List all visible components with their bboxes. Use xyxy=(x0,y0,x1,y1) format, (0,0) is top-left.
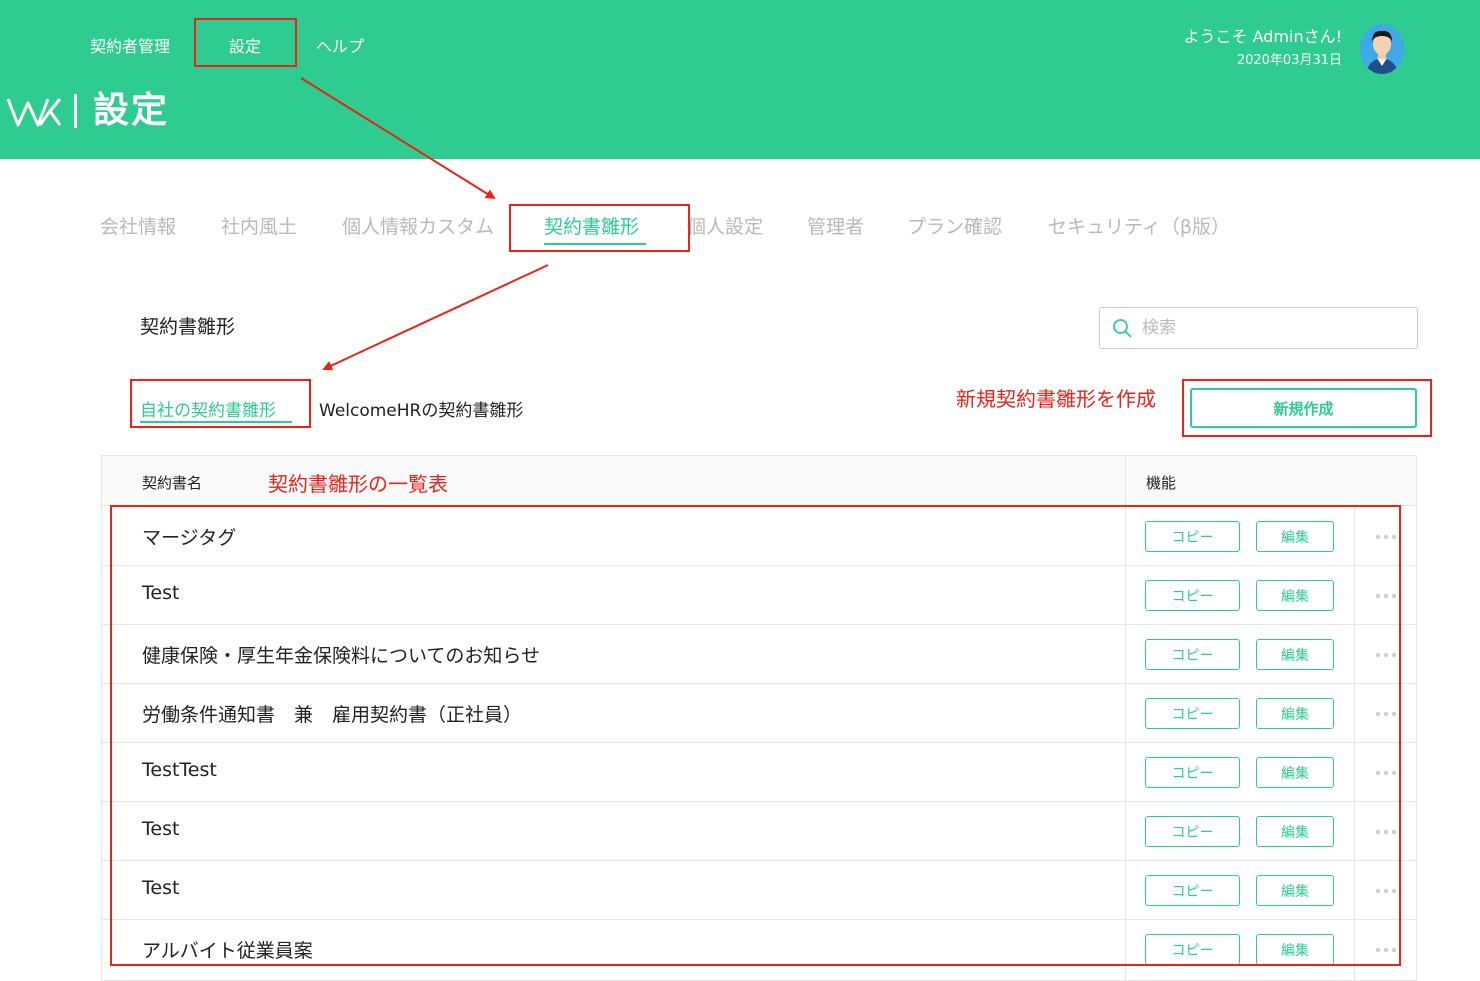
edit-button[interactable]: 編集 xyxy=(1256,521,1334,552)
tab-security-beta[interactable]: セキュリティ（β版） xyxy=(1048,212,1230,239)
section-title: 契約書雛形 xyxy=(140,316,236,338)
current-date: 2020年03月31日 xyxy=(1236,53,1342,68)
edit-button[interactable]: 編集 xyxy=(1256,816,1334,847)
tab-plan[interactable]: プラン確認 xyxy=(907,212,1002,239)
more-options-icon[interactable] xyxy=(1374,887,1398,895)
brand: 設定 xyxy=(6,90,169,132)
more-options-icon[interactable] xyxy=(1374,946,1398,954)
more-options-icon[interactable] xyxy=(1374,651,1398,659)
edit-button[interactable]: 編集 xyxy=(1256,580,1334,611)
copy-button[interactable]: コピー xyxy=(1145,934,1240,965)
table-row: TestTest コピー 編集 xyxy=(102,743,1416,802)
copy-button[interactable]: コピー xyxy=(1145,757,1240,788)
column-divider xyxy=(1125,456,1126,981)
template-name[interactable]: Test xyxy=(142,877,179,899)
nav-contractor-management[interactable]: 契約者管理 xyxy=(90,33,190,57)
subtab-own-underline xyxy=(140,421,292,423)
more-options-icon[interactable] xyxy=(1374,828,1398,836)
edit-button[interactable]: 編集 xyxy=(1256,698,1334,729)
template-name[interactable]: 健康保険・厚生年金保険料についてのお知らせ xyxy=(142,641,540,668)
column-header-function: 機能 xyxy=(1146,474,1177,492)
subtab-welcomehr-templates[interactable]: WelcomeHRの契約書雛形 xyxy=(319,396,523,421)
copy-button[interactable]: コピー xyxy=(1145,816,1240,847)
brand-separator xyxy=(74,94,77,128)
table-row: マージタグ コピー 編集 xyxy=(102,507,1416,566)
edit-button[interactable]: 編集 xyxy=(1256,934,1334,965)
settings-tabs: 会社情報 社内風土 個人情報カスタム 契約書雛形 個人設定 管理者 プラン確認 … xyxy=(100,212,1400,252)
welcomehr-logo-icon[interactable] xyxy=(6,93,62,129)
avatar-person-icon xyxy=(1360,24,1404,74)
create-new-button[interactable]: 新規作成 xyxy=(1190,388,1417,428)
template-name[interactable]: マージタグ xyxy=(142,523,236,550)
search-input[interactable] xyxy=(1142,318,1402,338)
more-options-icon[interactable] xyxy=(1374,710,1398,718)
edit-button[interactable]: 編集 xyxy=(1256,757,1334,788)
search-icon xyxy=(1113,319,1132,338)
copy-button[interactable]: コピー xyxy=(1145,580,1240,611)
template-name[interactable]: アルバイト従業員案 xyxy=(142,936,313,963)
tab-administrators[interactable]: 管理者 xyxy=(807,212,864,239)
template-name[interactable]: TestTest xyxy=(142,759,217,781)
more-options-icon[interactable] xyxy=(1374,769,1398,777)
welcome-text: ようこそ Adminさん! xyxy=(1183,27,1343,46)
template-name[interactable]: Test xyxy=(142,582,179,604)
template-name[interactable]: Test xyxy=(142,818,179,840)
copy-button[interactable]: コピー xyxy=(1145,639,1240,670)
search-box[interactable] xyxy=(1099,307,1418,349)
more-options-icon[interactable] xyxy=(1374,533,1398,541)
templates-table: 契約書名 機能 マージタグ コピー 編集 Test コピー 編集 健康保険・厚生… xyxy=(101,455,1417,981)
table-row: Test コピー 編集 xyxy=(102,861,1416,920)
edit-button[interactable]: 編集 xyxy=(1256,639,1334,670)
table-row: Test コピー 編集 xyxy=(102,566,1416,625)
more-options-icon[interactable] xyxy=(1374,592,1398,600)
nav-help[interactable]: ヘルプ xyxy=(316,33,396,57)
table-row: 労働条件通知書 兼 雇用契約書（正社員） コピー 編集 xyxy=(102,684,1416,743)
tab-personal-settings[interactable]: 個人設定 xyxy=(687,212,763,239)
table-row: アルバイト従業員案 コピー 編集 xyxy=(102,920,1416,979)
template-name[interactable]: 労働条件通知書 兼 雇用契約書（正社員） xyxy=(142,700,522,727)
tab-company-culture[interactable]: 社内風土 xyxy=(221,212,297,239)
column-header-name: 契約書名 xyxy=(142,474,203,492)
user-avatar[interactable] xyxy=(1360,24,1404,74)
tab-contract-templates[interactable]: 契約書雛形 xyxy=(544,212,639,239)
table-row: Test コピー 編集 xyxy=(102,802,1416,861)
edit-button[interactable]: 編集 xyxy=(1256,875,1334,906)
annotation-table-note: 契約書雛形の一覧表 xyxy=(268,472,448,496)
app-header: 契約者管理 設定 ヘルプ 設定 ようこそ Adminさん! 2020年03月31… xyxy=(0,0,1480,159)
column-divider-actions xyxy=(1354,506,1355,981)
annotation-create-note: 新規契約書雛形を作成 xyxy=(956,387,1156,411)
active-tab-underline xyxy=(544,243,646,245)
table-row: 健康保険・厚生年金保険料についてのお知らせ コピー 編集 xyxy=(102,625,1416,684)
user-info: ようこそ Adminさん! 2020年03月31日 xyxy=(1184,26,1343,71)
tab-personal-info-custom[interactable]: 個人情報カスタム xyxy=(342,212,494,239)
copy-button[interactable]: コピー xyxy=(1145,698,1240,729)
subtab-own-templates[interactable]: 自社の契約書雛形 xyxy=(140,396,276,421)
copy-button[interactable]: コピー xyxy=(1145,875,1240,906)
nav-settings[interactable]: 設定 xyxy=(229,33,289,57)
copy-button[interactable]: コピー xyxy=(1145,521,1240,552)
arrow-tab-to-own xyxy=(322,264,549,371)
page-title: 設定 xyxy=(93,90,170,131)
tab-company-info[interactable]: 会社情報 xyxy=(100,212,176,239)
